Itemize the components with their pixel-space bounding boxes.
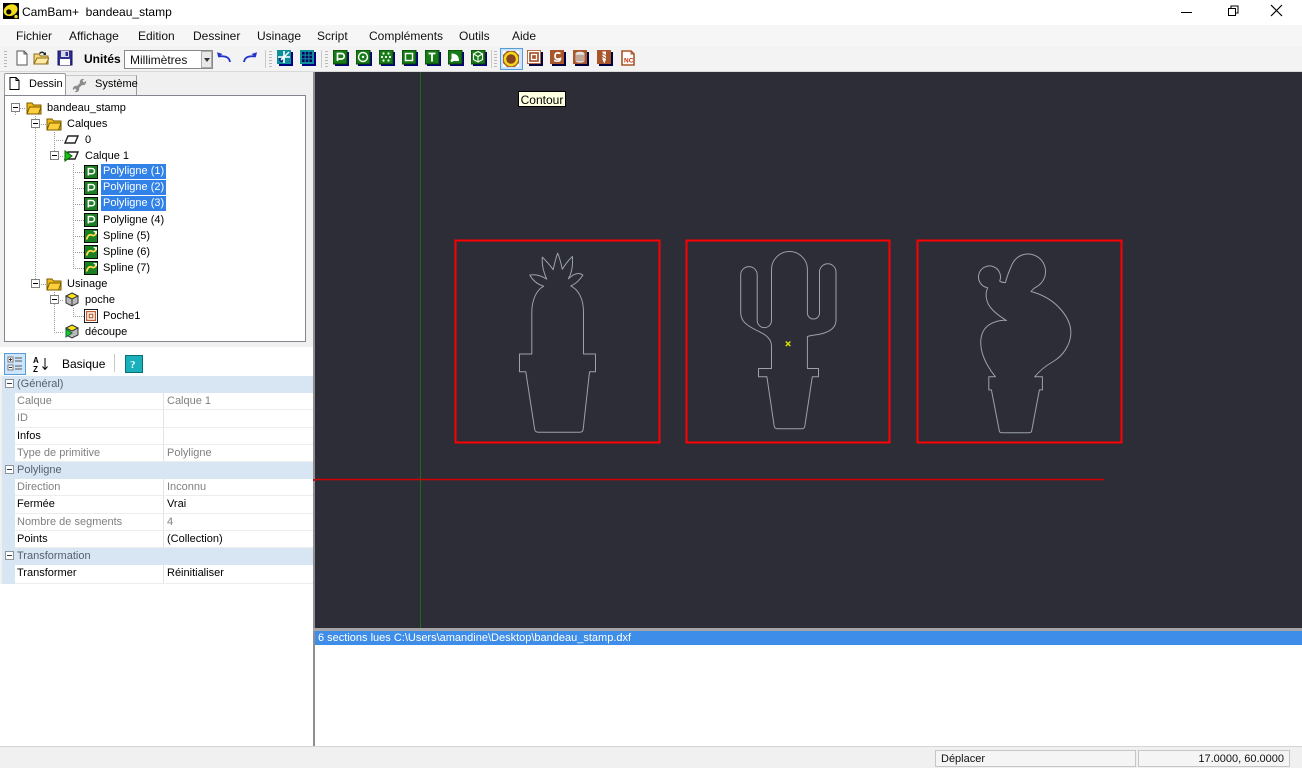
svg-text:Z: Z [33,365,38,373]
svg-text:A: A [33,356,39,365]
svg-text:?: ? [130,359,136,371]
svg-text:NC: NC [624,58,634,65]
